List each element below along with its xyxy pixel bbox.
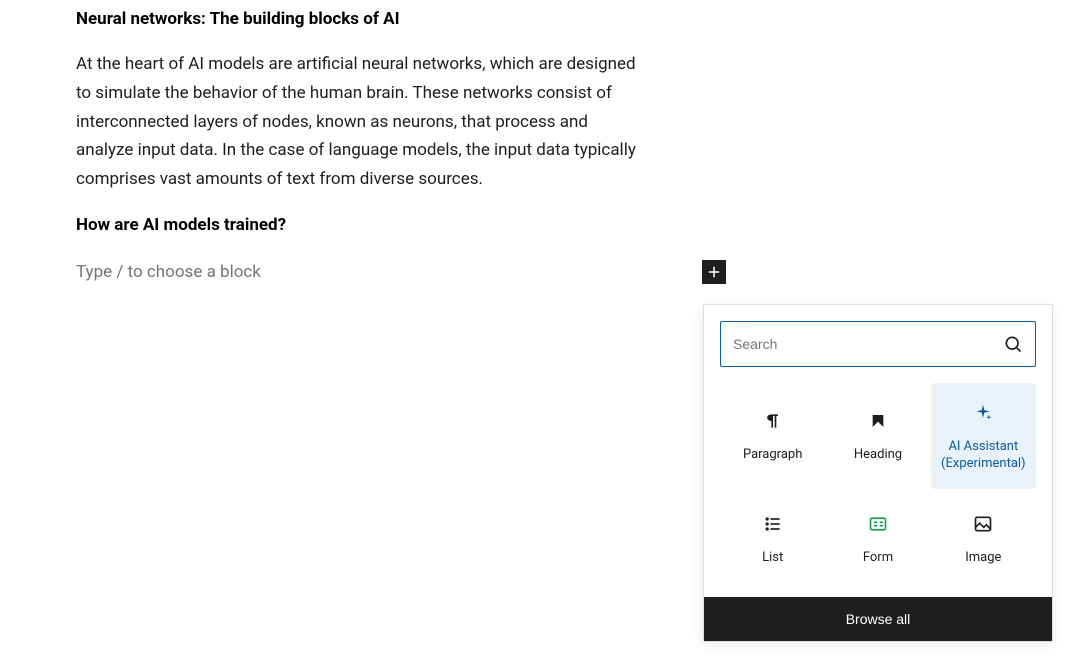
sparkle-icon [971, 401, 995, 425]
block-placeholder-text[interactable]: Type / to choose a block [76, 262, 261, 282]
image-icon [971, 512, 995, 536]
block-inserter-popover: Paragraph Heading AI Assistant (Experime… [703, 304, 1053, 642]
paragraph-block[interactable]: At the heart of AI models are artificial… [76, 50, 644, 194]
list-icon [761, 512, 785, 536]
add-block-button[interactable] [702, 260, 726, 284]
block-ai-assistant[interactable]: AI Assistant (Experimental) [931, 383, 1036, 489]
block-image[interactable]: Image [931, 489, 1036, 589]
block-heading[interactable]: Heading [825, 383, 930, 489]
form-icon [866, 512, 890, 536]
block-label: AI Assistant (Experimental) [937, 439, 1030, 473]
block-form[interactable]: Form [825, 489, 930, 589]
empty-block-line: Type / to choose a block [76, 260, 726, 284]
block-label: Heading [854, 447, 902, 464]
block-grid: Paragraph Heading AI Assistant (Experime… [704, 383, 1052, 597]
search-wrap [704, 305, 1052, 383]
block-list[interactable]: List [720, 489, 825, 589]
block-label: Image [965, 550, 1001, 567]
block-label: Paragraph [743, 447, 802, 464]
heading-block-1[interactable]: Neural networks: The building blocks of … [76, 8, 644, 32]
block-label: List [762, 550, 783, 567]
search-box[interactable] [720, 321, 1036, 367]
heading-icon [866, 409, 890, 433]
block-paragraph[interactable]: Paragraph [720, 383, 825, 489]
plus-icon [705, 263, 723, 281]
block-label: Form [863, 550, 893, 567]
search-input[interactable] [733, 336, 1003, 352]
heading-block-2[interactable]: How are AI models trained? [76, 214, 644, 238]
search-icon [1003, 334, 1023, 354]
editor-content: Neural networks: The building blocks of … [0, 0, 720, 284]
browse-all-button[interactable]: Browse all [704, 597, 1052, 641]
paragraph-icon [761, 409, 785, 433]
